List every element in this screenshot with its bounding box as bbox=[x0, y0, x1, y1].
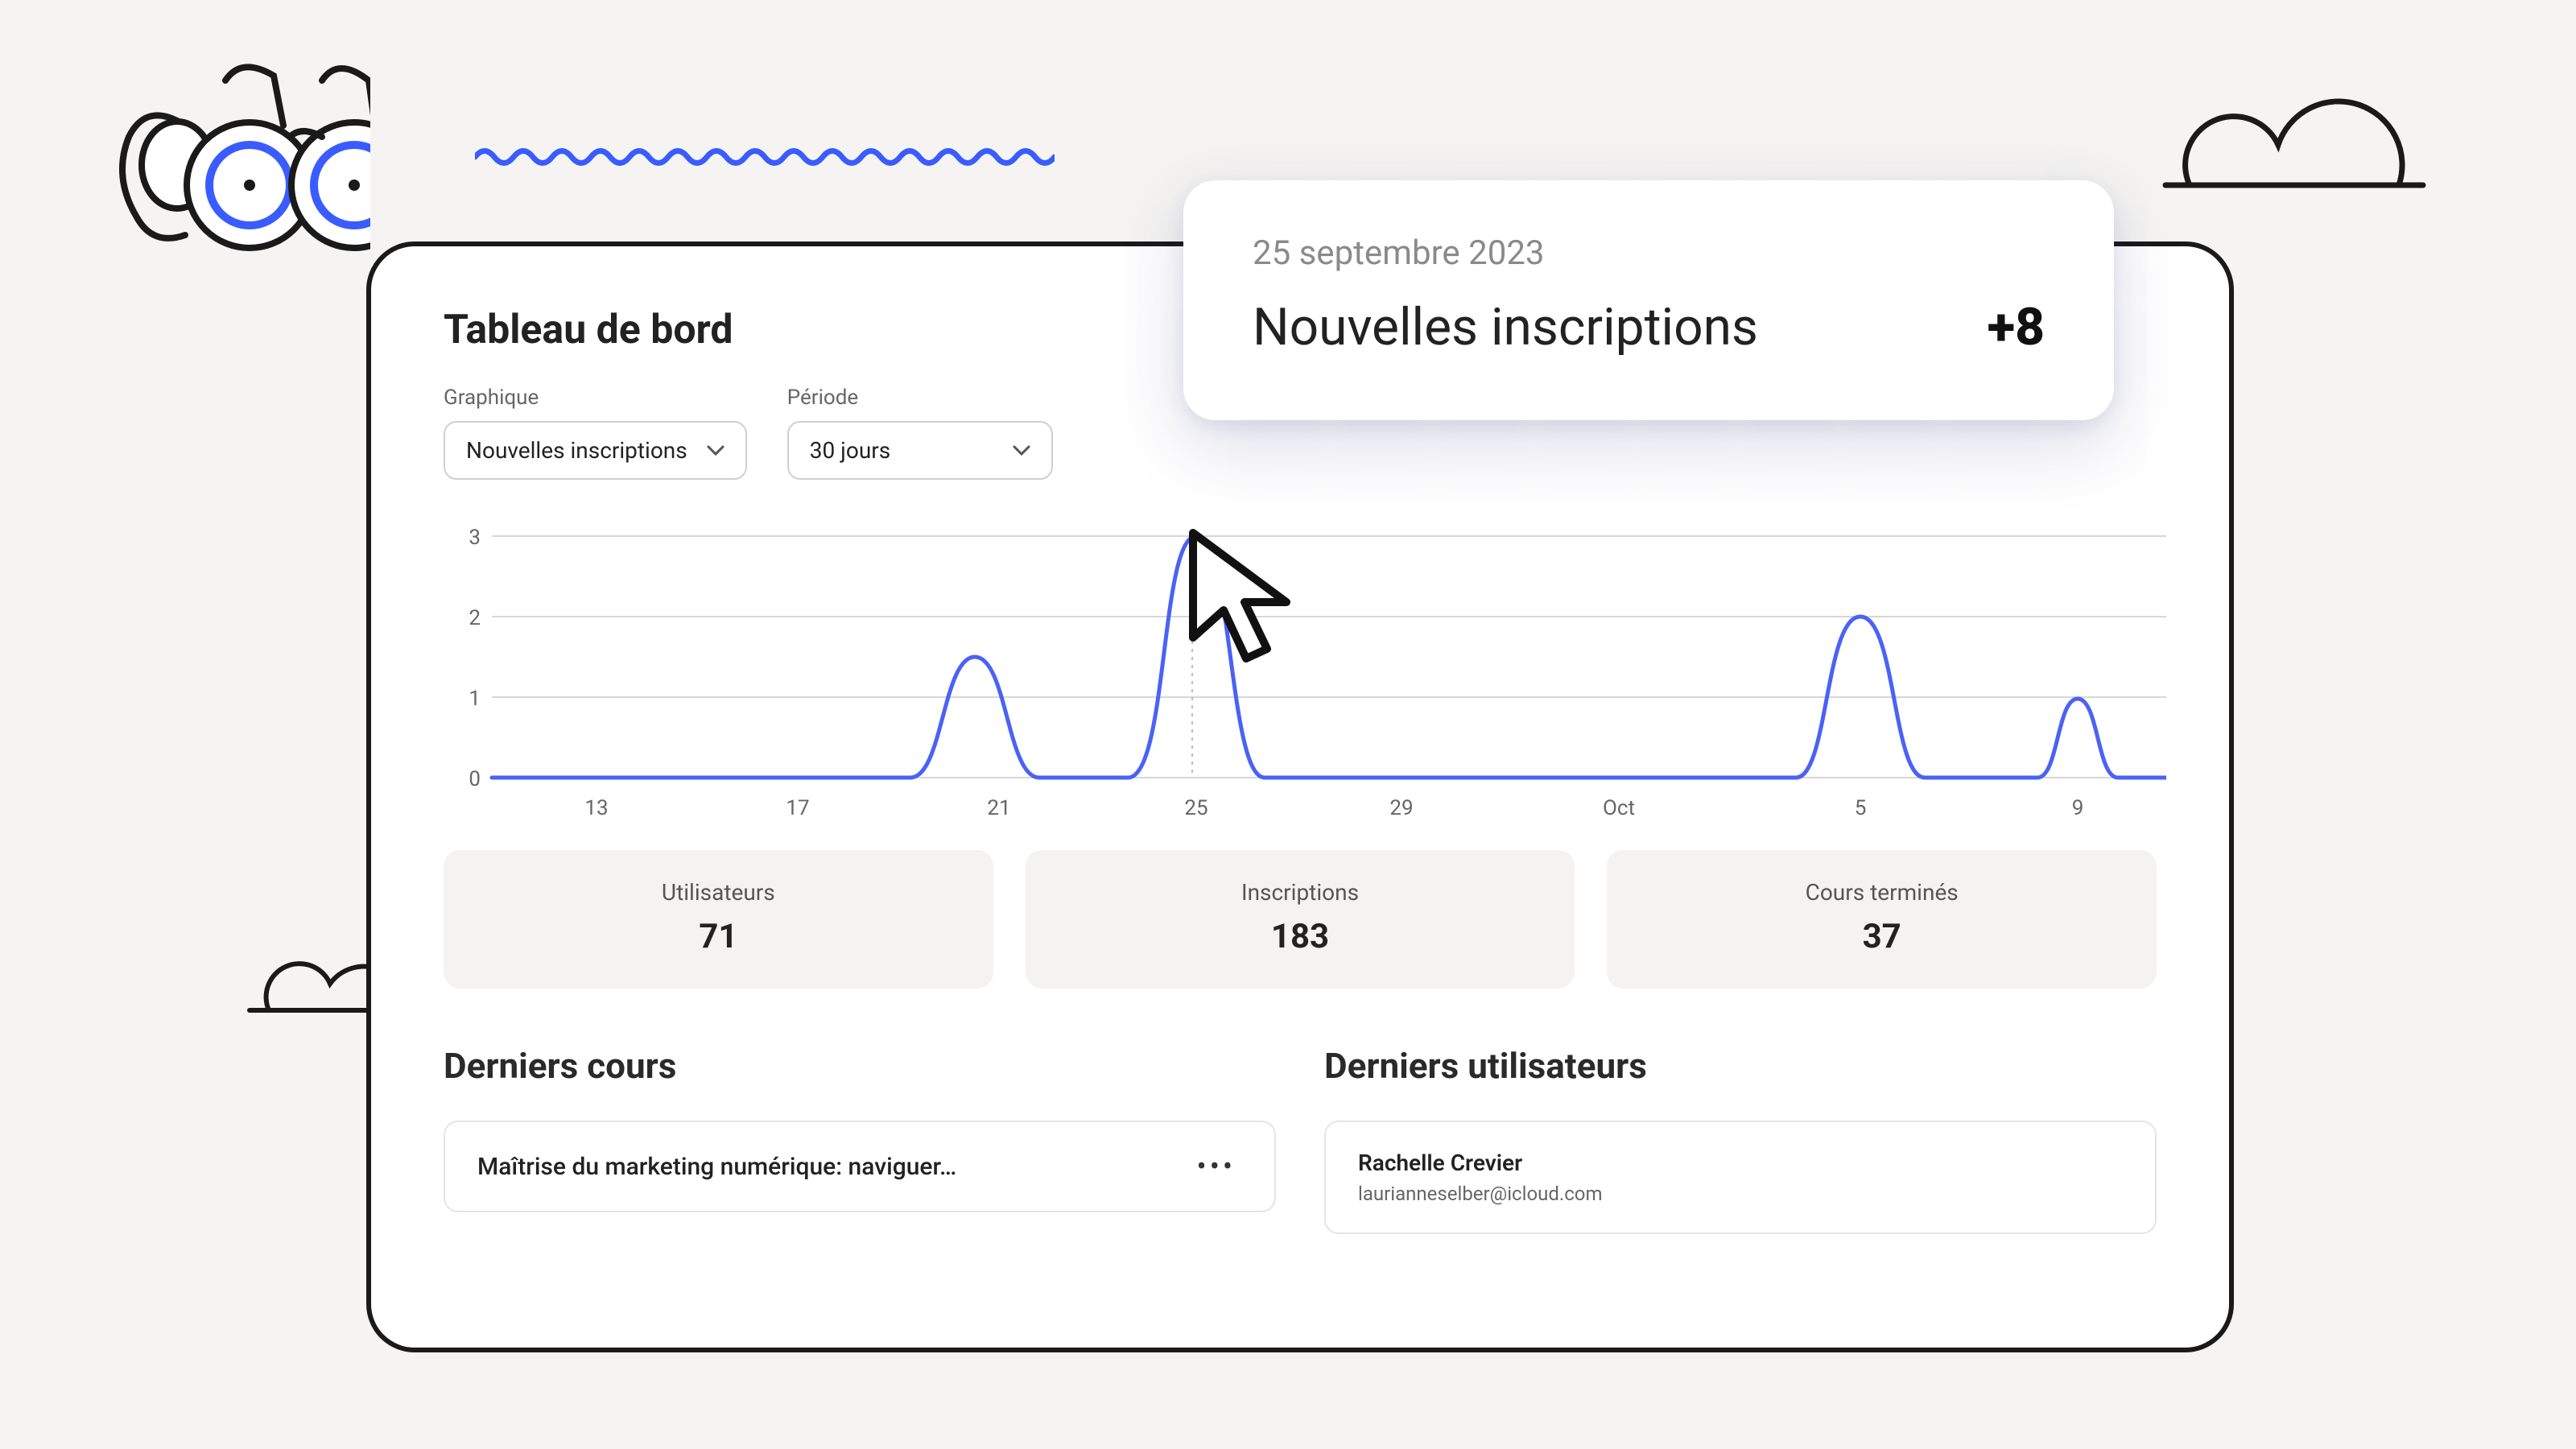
y-tick: 3 bbox=[469, 526, 481, 550]
binoculars-illustration bbox=[56, 48, 370, 261]
wavy-divider bbox=[475, 145, 1055, 172]
user-name: Rachelle Crevier bbox=[1358, 1150, 1603, 1176]
x-tick: 17 bbox=[786, 796, 809, 820]
x-tick: 25 bbox=[1184, 796, 1208, 820]
period-filter-label: Période bbox=[787, 386, 1053, 410]
stat-label: Inscriptions bbox=[1042, 879, 1559, 906]
stat-value: 71 bbox=[460, 917, 977, 956]
panel-title: Derniers cours bbox=[444, 1045, 1276, 1087]
x-tick: 13 bbox=[584, 796, 608, 820]
latest-courses-panel: Derniers cours Maîtrise du marketing num… bbox=[444, 1045, 1276, 1234]
x-tick: 9 bbox=[2072, 796, 2084, 820]
stat-label: Cours terminés bbox=[1623, 879, 2140, 906]
more-actions-icon[interactable]: ••• bbox=[1191, 1150, 1242, 1183]
user-card[interactable]: Rachelle Crevier laurianneselber@icloud.… bbox=[1324, 1121, 2157, 1234]
course-title: Maîtrise du marketing numérique: navigue… bbox=[477, 1153, 956, 1181]
stat-users[interactable]: Utilisateurs 71 bbox=[444, 850, 993, 989]
x-tick: 29 bbox=[1389, 796, 1413, 820]
y-tick: 0 bbox=[469, 767, 481, 791]
chart-tooltip: 25 septembre 2023 Nouvelles inscriptions… bbox=[1183, 180, 2114, 420]
period-value: 30 jours bbox=[810, 437, 890, 464]
bottom-panels: Derniers cours Maîtrise du marketing num… bbox=[444, 1045, 2157, 1234]
stat-completed-courses[interactable]: Cours terminés 37 bbox=[1607, 850, 2157, 989]
x-tick: Oct bbox=[1603, 796, 1635, 820]
y-tick: 2 bbox=[469, 606, 481, 630]
chart-filter-label: Graphique bbox=[444, 386, 747, 410]
cloud-illustration bbox=[2149, 72, 2439, 204]
y-tick: 1 bbox=[469, 687, 481, 711]
chevron-down-icon bbox=[1013, 445, 1030, 456]
tooltip-value: +8 bbox=[1988, 297, 2045, 357]
tooltip-label: Nouvelles inscriptions bbox=[1253, 297, 1758, 357]
stats-row: Utilisateurs 71 Inscriptions 183 Cours t… bbox=[444, 850, 2157, 989]
user-email: laurianneselber@icloud.com bbox=[1358, 1183, 1603, 1205]
chart-type-select[interactable]: Nouvelles inscriptions bbox=[444, 421, 747, 480]
course-card[interactable]: Maîtrise du marketing numérique: navigue… bbox=[444, 1121, 1276, 1212]
tooltip-date: 25 septembre 2023 bbox=[1253, 233, 2045, 273]
chart-type-value: Nouvelles inscriptions bbox=[466, 437, 687, 464]
stat-signups[interactable]: Inscriptions 183 bbox=[1026, 850, 1575, 989]
stat-value: 183 bbox=[1042, 917, 1559, 956]
period-select[interactable]: 30 jours bbox=[787, 421, 1053, 480]
chevron-down-icon bbox=[707, 445, 724, 456]
stat-label: Utilisateurs bbox=[460, 879, 977, 906]
x-tick: 5 bbox=[1855, 796, 1867, 820]
latest-users-panel: Derniers utilisateurs Rachelle Crevier l… bbox=[1324, 1045, 2157, 1234]
cursor-icon bbox=[1183, 523, 1304, 671]
panel-title: Derniers utilisateurs bbox=[1324, 1045, 2157, 1087]
x-tick: 21 bbox=[987, 796, 1010, 820]
stat-value: 37 bbox=[1623, 917, 2140, 956]
